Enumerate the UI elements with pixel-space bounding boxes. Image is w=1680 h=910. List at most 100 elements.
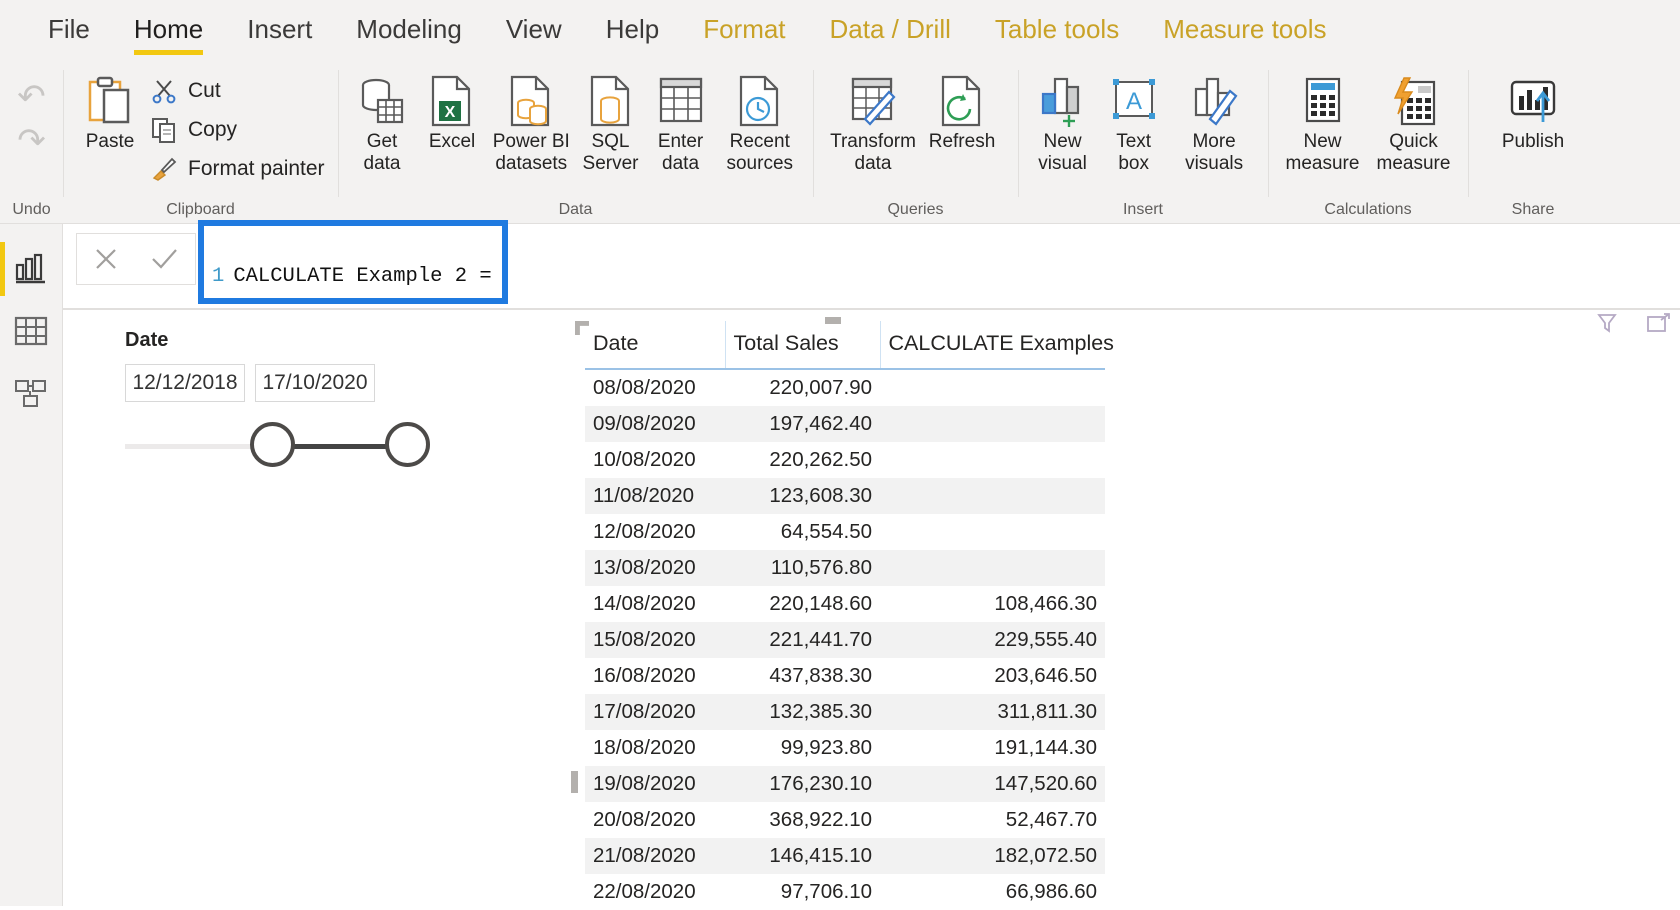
table-row[interactable]: 14/08/2020 220,148.60 108,466.30	[585, 586, 1105, 622]
cell-date: 17/08/2020	[593, 700, 696, 723]
cell-date: 10/08/2020	[593, 448, 696, 471]
data-table: Date Total Sales CALCULATE Examples 08/0…	[585, 321, 1114, 910]
formula-bar-actions	[76, 233, 196, 285]
get-data-button[interactable]: Get data	[348, 68, 416, 176]
cell-calculate-examples: 311,811.30	[997, 700, 1097, 723]
cell-calculate-examples	[880, 406, 1105, 442]
cell-date: 20/08/2020	[593, 808, 696, 831]
new-visual-label: New visual	[1038, 131, 1087, 175]
table-row[interactable]: 18/08/2020 99,923.80 191,144.30	[585, 730, 1105, 766]
undo-arrow-icon[interactable]: ↶	[17, 80, 46, 114]
dax-formula-editor[interactable]: 1CALCULATE Example 2 = 2CALCULATE( [Tota…	[198, 220, 558, 348]
cell-date: 22/08/2020	[593, 880, 696, 903]
ribbon-tab-table-tools[interactable]: Table tools	[973, 8, 1141, 55]
sql-server-button[interactable]: SQL Server	[576, 68, 644, 176]
cut-label: Cut	[188, 79, 221, 102]
dax-formula-text[interactable]: 1CALCULATE Example 2 = 2CALCULATE( [Tota…	[204, 226, 558, 348]
table-row[interactable]: 12/08/2020 64,554.50	[585, 514, 1105, 550]
slicer-start-date-input[interactable]: 12/12/2018	[125, 364, 245, 402]
table-row[interactable]: 13/08/2020 110,576.80	[585, 550, 1105, 586]
cell-total-sales: 220,007.90	[769, 376, 872, 399]
table-row[interactable]: 08/08/2020 220,007.90	[585, 369, 1105, 406]
paste-button[interactable]: Paste	[73, 68, 147, 153]
publish-button[interactable]: Publish	[1483, 68, 1583, 153]
cell-calculate-examples	[880, 550, 1105, 586]
new-visual-button[interactable]: New visual	[1028, 68, 1097, 176]
ribbon-tab-view[interactable]: View	[484, 8, 584, 55]
ribbon-group-label-calculations: Calculations	[1324, 201, 1412, 218]
recent-sources-button[interactable]: Recent sources	[717, 68, 803, 176]
cell-date: 08/08/2020	[593, 376, 696, 399]
transform-data-button[interactable]: Transform data	[823, 68, 923, 176]
visual-resize-handle-middle-left[interactable]	[571, 771, 578, 793]
format-painter-button[interactable]: Format painter	[149, 152, 325, 186]
ribbon-group-data: Get data X Excel Power BI datasets SQL S…	[338, 62, 813, 223]
new-measure-button[interactable]: New measure	[1278, 68, 1367, 176]
cell-total-sales: 110,576.80	[770, 556, 872, 579]
cell-date: 19/08/2020	[593, 772, 696, 795]
table-row[interactable]: 17/08/2020 132,385.30 311,811.30	[585, 694, 1105, 730]
formula-line-number-1: 1	[212, 265, 225, 288]
ribbon-tab-modeling[interactable]: Modeling	[334, 8, 484, 55]
more-visuals-button[interactable]: More visuals	[1170, 68, 1258, 176]
sidebar-item-model-view[interactable]	[0, 362, 62, 424]
column-header-total-sales[interactable]: Total Sales	[725, 321, 881, 370]
redo-arrow-icon[interactable]: ↷	[17, 124, 46, 158]
excel-label: Excel	[428, 131, 476, 152]
cell-date: 13/08/2020	[593, 556, 696, 579]
cell-calculate-examples	[880, 442, 1105, 478]
slicer-date-inputs: 12/12/2018 17/10/2020	[125, 364, 475, 402]
quick-measure-button[interactable]: Quick measure	[1369, 68, 1458, 176]
ribbon-tab-insert[interactable]: Insert	[225, 8, 334, 55]
ribbon-tab-data-drill[interactable]: Data / Drill	[808, 8, 973, 55]
cell-date: 18/08/2020	[593, 736, 696, 759]
table-row[interactable]: 20/08/2020 368,922.10 52,467.70	[585, 802, 1105, 838]
refresh-button[interactable]: Refresh	[925, 68, 999, 153]
powerbi-datasets-button[interactable]: Power BI datasets	[488, 68, 574, 176]
filter-icon[interactable]	[1596, 312, 1618, 334]
column-header-date[interactable]: Date	[585, 321, 726, 370]
table-row[interactable]: 11/08/2020 123,608.30	[585, 478, 1105, 514]
enter-data-button[interactable]: Enter data	[647, 68, 715, 176]
ribbon-tab-home[interactable]: Home	[112, 8, 225, 55]
cut-button[interactable]: Cut	[149, 74, 325, 108]
model-relationships-icon	[14, 378, 48, 408]
cell-total-sales: 220,262.50	[769, 448, 872, 471]
table-row[interactable]: 09/08/2020 197,462.40	[585, 406, 1105, 442]
ribbon-tab-format[interactable]: Format	[681, 8, 807, 55]
focus-mode-icon[interactable]	[1646, 312, 1672, 334]
table-row[interactable]: 21/08/2020 146,415.10 182,072.50	[585, 838, 1105, 874]
excel-button[interactable]: X Excel	[418, 68, 486, 153]
checkmark-icon[interactable]	[150, 246, 180, 272]
table-row[interactable]: 19/08/2020 176,230.10 147,520.60	[585, 766, 1105, 802]
visual-resize-handle-top-middle[interactable]	[825, 317, 841, 324]
table-row[interactable]: 15/08/2020 221,441.70 229,555.40	[585, 622, 1105, 658]
report-canvas[interactable]: Date 12/12/2018 17/10/2020 Date Total Sa…	[63, 309, 1680, 910]
ribbon-tab-help[interactable]: Help	[584, 8, 681, 55]
column-header-calculate-examples[interactable]: CALCULATE Examples	[880, 321, 1114, 370]
cell-calculate-examples	[880, 514, 1105, 550]
cell-calculate-examples: 229,555.40	[994, 628, 1097, 651]
sidebar-item-report-view[interactable]	[0, 238, 62, 300]
slicer-range-slider[interactable]	[125, 422, 435, 472]
slider-handle-start[interactable]	[250, 422, 295, 467]
new-measure-icon	[1300, 74, 1346, 128]
format-painter-label: Format painter	[188, 157, 325, 180]
text-box-button[interactable]: A Text box	[1099, 68, 1168, 176]
slider-handle-end[interactable]	[385, 422, 430, 467]
table-visual[interactable]: Date Total Sales CALCULATE Examples 08/0…	[571, 317, 1114, 910]
powerbi-datasets-label: Power BI datasets	[492, 131, 570, 175]
ribbon-tab-file[interactable]: File	[26, 8, 112, 55]
sidebar-item-data-view[interactable]	[0, 300, 62, 362]
date-slicer-visual[interactable]: Date 12/12/2018 17/10/2020	[125, 329, 475, 479]
ribbon-tab-measure-tools[interactable]: Measure tools	[1141, 8, 1348, 55]
close-x-icon[interactable]	[93, 246, 119, 272]
slicer-end-date-input[interactable]: 17/10/2020	[255, 364, 375, 402]
table-row[interactable]: 16/08/2020 437,838.30 203,646.50	[585, 658, 1105, 694]
copy-button[interactable]: Copy	[149, 113, 325, 147]
table-row[interactable]: 22/08/2020 97,706.10 66,986.60	[585, 874, 1105, 910]
table-row[interactable]: 10/08/2020 220,262.50	[585, 442, 1105, 478]
cell-date: 11/08/2020	[593, 484, 695, 507]
ribbon-group-label-share: Share	[1511, 201, 1555, 218]
powerbi-datasets-icon	[508, 74, 554, 128]
